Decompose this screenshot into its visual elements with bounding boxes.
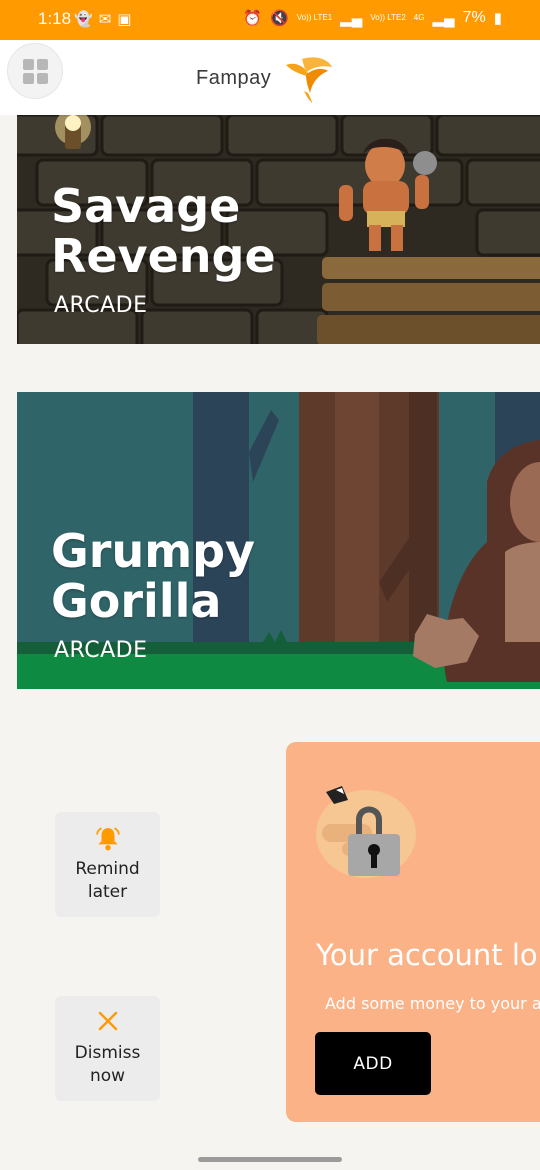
dismiss-now-button[interactable]: Dismiss now (55, 996, 160, 1101)
app-header: Fampay (0, 40, 540, 115)
lock-title: Your account lo (316, 938, 538, 972)
game-card-grumpy-gorilla[interactable]: Grumpy Gorilla ARCADE (17, 392, 540, 689)
signal-icon-2: ▂▄ (432, 10, 455, 27)
system-nav-bar (0, 1148, 540, 1170)
snapchat-icon: 👻 (74, 10, 99, 28)
remind-label-line2: later (87, 882, 128, 902)
brand-name: Fampay (196, 67, 272, 89)
battery-level: 7% (462, 9, 486, 26)
game-title-line2: Gorilla (51, 574, 222, 628)
alarm-icon: ⏰ (243, 10, 263, 27)
status-time: 1:18 (38, 9, 72, 28)
game-title: Grumpy Gorilla (51, 526, 255, 626)
remind-later-label: Remind later (55, 858, 160, 904)
bell-icon (55, 826, 160, 857)
game-card-savage-revenge[interactable]: Savage Revenge ARCADE (17, 115, 540, 344)
menu-button[interactable] (7, 43, 63, 99)
lock-hand-illustration (316, 786, 416, 878)
mute-icon: 🔇 (270, 10, 289, 27)
gallery-icon: ▣ (117, 10, 138, 28)
game-title-line1: Savage (51, 179, 241, 233)
notification-icons: 👻✉▣ (74, 10, 137, 28)
game-category: ARCADE (54, 638, 148, 663)
signal-icon: ▂▄ (340, 10, 363, 27)
remind-later-button[interactable]: Remind later (55, 812, 160, 917)
game-title-line2: Revenge (51, 229, 276, 283)
dismiss-label-line1: Dismiss (74, 1043, 141, 1063)
add-money-button[interactable]: ADD (315, 1032, 431, 1095)
dismiss-label-line2: now (89, 1066, 126, 1086)
game-title-line1: Grumpy (51, 524, 256, 578)
dismiss-now-label: Dismiss now (55, 1042, 160, 1088)
close-icon (55, 1010, 160, 1037)
home-gesture-bar[interactable] (198, 1157, 342, 1162)
account-locked-card: Your account lo Add some money to your a… (286, 742, 540, 1122)
sim1-label: Vo)) LTE1 (296, 13, 333, 22)
gmail-icon: ✉ (98, 10, 118, 28)
status-right-icons: ⏰ 🔇 Vo)) LTE1 ▂▄ Vo)) LTE2 4G ▂▄ 7% ▮ (243, 9, 502, 27)
status-bar: 1:18 👻✉▣ ⏰ 🔇 Vo)) LTE1 ▂▄ Vo)) LTE2 4G ▂… (0, 0, 540, 40)
game-title: Savage Revenge (51, 181, 276, 281)
remind-label-line1: Remind (75, 859, 140, 879)
network-label: 4G (413, 13, 425, 22)
battery-icon: ▮ (493, 10, 502, 27)
lock-subtitle: Add some money to your a (325, 994, 540, 1013)
game-category: ARCADE (54, 293, 148, 318)
sim2-label: Vo)) LTE2 (370, 13, 406, 22)
fampay-logo (286, 57, 332, 103)
